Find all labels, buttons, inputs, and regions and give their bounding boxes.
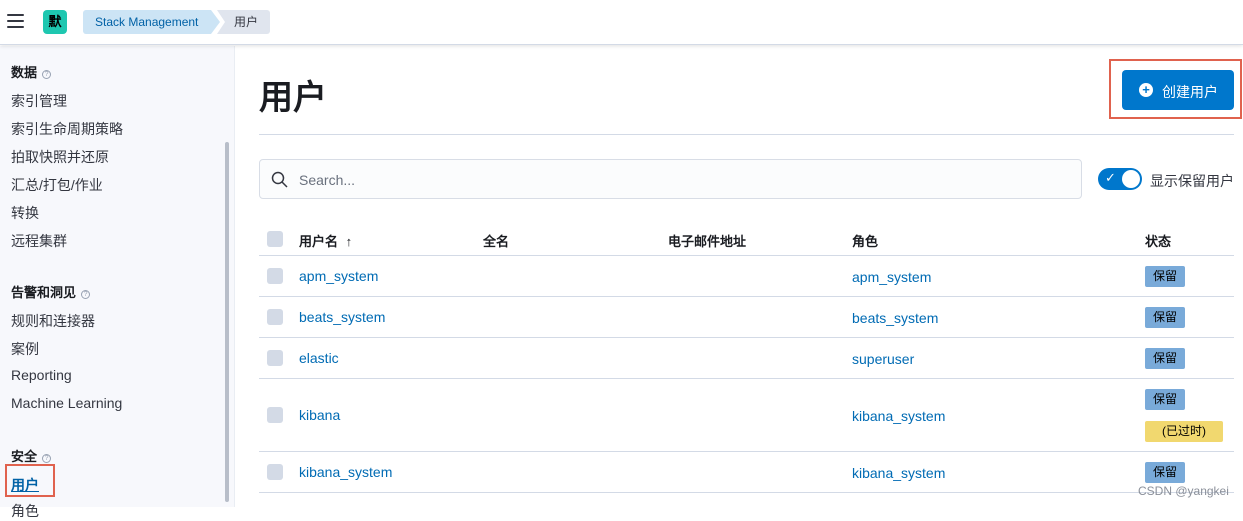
divider bbox=[259, 378, 1234, 379]
deprecated-badge: (已过时) bbox=[1145, 421, 1223, 442]
reserved-badge: 保留 bbox=[1145, 307, 1186, 328]
role-link[interactable]: kibana_system bbox=[852, 408, 945, 424]
username-link[interactable]: kibana bbox=[299, 407, 340, 423]
top-header: 默 Stack Management 用户 bbox=[0, 0, 1243, 45]
search-bar[interactable] bbox=[259, 159, 1082, 199]
column-header-username[interactable]: 用户名 ↑ bbox=[299, 231, 352, 250]
reserved-badge: 保留 bbox=[1145, 389, 1186, 410]
page-title: 用户 bbox=[259, 79, 327, 117]
username-link[interactable]: elastic bbox=[299, 350, 339, 366]
row-checkbox[interactable] bbox=[267, 309, 283, 325]
row-checkbox[interactable] bbox=[267, 464, 283, 480]
search-icon bbox=[271, 171, 288, 188]
sort-arrow-icon: ↑ bbox=[345, 234, 353, 249]
sidebar-item-snapshot[interactable]: 拍取快照并还原 bbox=[11, 147, 109, 167]
nav-group-alerts: 告警和洞见? bbox=[11, 282, 91, 301]
reserved-badge: 保留 bbox=[1145, 462, 1186, 483]
row-checkbox[interactable] bbox=[267, 350, 283, 366]
sidebar-item-reporting[interactable]: Reporting bbox=[11, 367, 72, 383]
row-checkbox[interactable] bbox=[267, 268, 283, 284]
username-link[interactable]: beats_system bbox=[299, 309, 385, 325]
space-avatar[interactable]: 默 bbox=[43, 10, 67, 34]
check-icon: ✓ bbox=[1105, 170, 1116, 185]
highlight-box bbox=[5, 464, 55, 497]
sidebar-item-roles[interactable]: 角色 bbox=[11, 501, 39, 521]
column-header-roles: 角色 bbox=[852, 234, 879, 249]
breadcrumb-users: 用户 bbox=[217, 10, 270, 34]
role-link[interactable]: beats_system bbox=[852, 310, 938, 326]
sidebar-item-ilm[interactable]: 索引生命周期策略 bbox=[11, 119, 123, 139]
watermark: CSDN @yangkei bbox=[1138, 484, 1229, 498]
divider bbox=[259, 134, 1234, 135]
help-icon: ? bbox=[42, 454, 52, 463]
nav-group-data: 数据? bbox=[11, 62, 52, 81]
column-header-status: 状态 bbox=[1145, 234, 1172, 249]
sidebar-item-cases[interactable]: 案例 bbox=[11, 339, 39, 359]
reserved-badge: 保留 bbox=[1145, 348, 1186, 369]
username-link[interactable]: kibana_system bbox=[299, 464, 392, 480]
sidebar-item-remote-clusters[interactable]: 远程集群 bbox=[11, 231, 67, 251]
column-header-email[interactable]: 电子邮件地址 bbox=[668, 231, 746, 250]
help-icon: ? bbox=[81, 290, 91, 299]
sidebar-item-rules[interactable]: 规则和连接器 bbox=[11, 311, 95, 331]
plus-circle-icon: + bbox=[1139, 83, 1153, 97]
column-header-fullname[interactable]: 全名 bbox=[483, 231, 509, 250]
role-link[interactable]: superuser bbox=[852, 351, 914, 367]
breadcrumb-stack-management[interactable]: Stack Management bbox=[83, 10, 220, 34]
help-icon: ? bbox=[42, 70, 52, 79]
nav-group-security: 安全? bbox=[11, 446, 52, 465]
menu-icon[interactable] bbox=[7, 14, 24, 28]
reserved-badge: 保留 bbox=[1145, 266, 1186, 287]
divider bbox=[259, 492, 1234, 493]
username-link[interactable]: apm_system bbox=[299, 268, 378, 284]
show-reserved-label: 显示保留用户 bbox=[1150, 173, 1234, 189]
sidebar-item-machine-learning[interactable]: Machine Learning bbox=[11, 395, 122, 411]
divider bbox=[259, 296, 1234, 297]
row-checkbox[interactable] bbox=[267, 407, 283, 423]
show-reserved-toggle[interactable]: ✓ bbox=[1098, 168, 1142, 190]
role-link[interactable]: apm_system bbox=[852, 269, 931, 285]
role-link[interactable]: kibana_system bbox=[852, 465, 945, 481]
divider bbox=[259, 337, 1234, 338]
sidebar-item-rollup[interactable]: 汇总/打包/作业 bbox=[11, 175, 103, 195]
search-input[interactable] bbox=[299, 168, 1059, 192]
sidebar-item-transform[interactable]: 转换 bbox=[11, 203, 39, 223]
sidebar: 数据? 索引管理 索引生命周期策略 拍取快照并还原 汇总/打包/作业 转换 远程… bbox=[0, 46, 235, 519]
select-all-checkbox[interactable] bbox=[267, 231, 283, 247]
divider bbox=[259, 451, 1234, 452]
sidebar-scrollbar[interactable] bbox=[225, 142, 229, 502]
sidebar-item-index-management[interactable]: 索引管理 bbox=[11, 91, 67, 111]
divider bbox=[259, 255, 1234, 256]
create-user-button[interactable]: + 创建用户 bbox=[1122, 70, 1234, 110]
toggle-knob bbox=[1122, 170, 1140, 188]
